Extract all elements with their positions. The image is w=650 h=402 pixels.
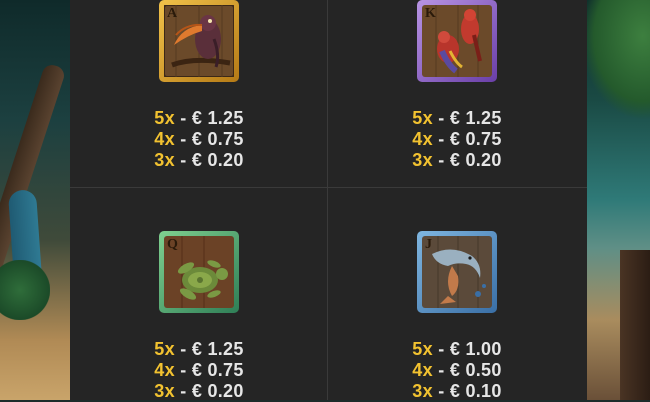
payout-value: - € 0.50 <box>438 360 502 380</box>
paytable-cell-k: K 5x - € 1.25 4x - € 0.75 3x - € 0.20 <box>328 0 586 187</box>
payout-value: - € 1.25 <box>438 108 502 128</box>
payout-row: 5x - € 1.25 <box>70 339 328 360</box>
multiplier: 3x <box>412 381 433 401</box>
symbol-k-tile: K <box>417 0 497 82</box>
payout-value: - € 0.20 <box>180 150 244 170</box>
multiplier: 5x <box>412 339 433 359</box>
payout-list: 5x - € 1.00 4x - € 0.50 3x - € 0.10 <box>328 339 586 402</box>
payout-value: - € 0.10 <box>438 381 502 401</box>
payout-row: 4x - € 0.75 <box>328 129 586 150</box>
payout-value: - € 1.25 <box>180 339 244 359</box>
symbol-a-tile: A <box>159 0 239 82</box>
payout-value: - € 0.20 <box>438 150 502 170</box>
paytable-cell-a: A 5x - € 1.25 4x - € 0.75 3x - € 0.20 <box>70 0 328 187</box>
payout-row: 4x - € 0.75 <box>70 360 328 381</box>
multiplier: 5x <box>412 108 433 128</box>
multiplier: 4x <box>412 360 433 380</box>
payout-row: 3x - € 0.20 <box>70 381 328 402</box>
payout-value: - € 0.20 <box>180 381 244 401</box>
multiplier: 4x <box>154 360 175 380</box>
payout-row: 5x - € 1.25 <box>328 108 586 129</box>
payout-value: - € 0.75 <box>180 129 244 149</box>
bush <box>0 260 50 320</box>
symbol-k-letter: K <box>425 6 436 21</box>
dolphin-icon <box>422 236 492 308</box>
multiplier: 4x <box>412 129 433 149</box>
payout-list: 5x - € 1.25 4x - € 0.75 3x - € 0.20 <box>70 108 328 171</box>
hut-post <box>620 250 650 400</box>
payout-value: - € 1.25 <box>180 108 244 128</box>
multiplier: 4x <box>154 129 175 149</box>
payout-row: 4x - € 0.75 <box>70 129 328 150</box>
multiplier: 5x <box>154 108 175 128</box>
symbol-j-letter: J <box>425 237 432 252</box>
payout-row: 3x - € 0.10 <box>328 381 586 402</box>
paytable-cell-q: Q 5x - € 1.25 4x - € 0.75 3x - € 0.20 <box>70 188 328 402</box>
payout-value: - € 0.75 <box>438 129 502 149</box>
symbol-q-tile: Q <box>159 231 239 313</box>
paytable-panel[interactable]: A 5x - € 1.25 4x - € 0.75 3x - € 0.20 K … <box>70 0 587 402</box>
payout-list: 5x - € 1.25 4x - € 0.75 3x - € 0.20 <box>328 108 586 171</box>
payout-row: 3x - € 0.20 <box>70 150 328 171</box>
multiplier: 3x <box>412 150 433 170</box>
symbol-j-tile: J <box>417 231 497 313</box>
payout-value: - € 1.00 <box>438 339 502 359</box>
paytable-cell-j: J 5x - € 1.00 4x - € 0.50 3x - € 0.10 <box>328 188 586 402</box>
palm-leaves <box>587 0 650 120</box>
payout-row: 5x - € 1.00 <box>328 339 586 360</box>
symbol-q-letter: Q <box>167 237 178 252</box>
background-beach-left <box>0 0 70 400</box>
payout-row: 3x - € 0.20 <box>328 150 586 171</box>
payout-row: 4x - € 0.50 <box>328 360 586 381</box>
multiplier: 5x <box>154 339 175 359</box>
payout-row: 5x - € 1.25 <box>70 108 328 129</box>
payout-list: 5x - € 1.25 4x - € 0.75 3x - € 0.20 <box>70 339 328 402</box>
background-beach-right <box>587 0 650 400</box>
payout-value: - € 0.75 <box>180 360 244 380</box>
multiplier: 3x <box>154 381 175 401</box>
symbol-a-letter: A <box>167 6 178 21</box>
multiplier: 3x <box>154 150 175 170</box>
